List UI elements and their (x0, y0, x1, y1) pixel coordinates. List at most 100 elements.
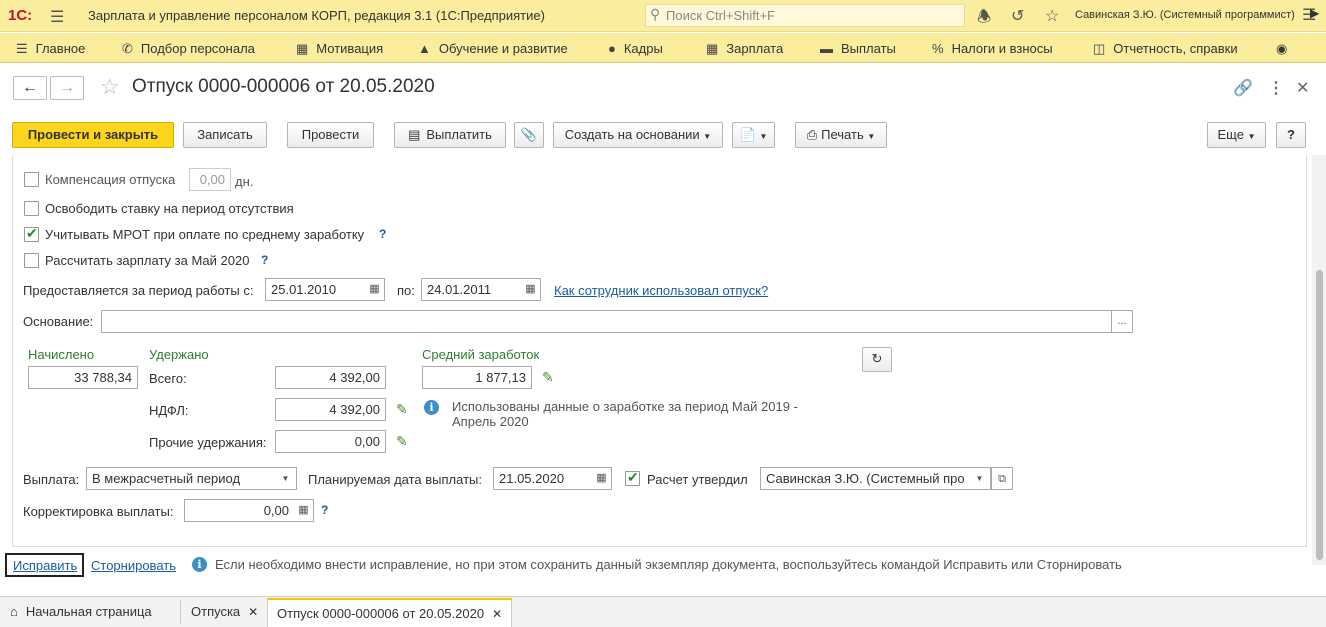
more-button[interactable]: Еще ▼ (1207, 122, 1266, 148)
forward-button[interactable]: → (50, 76, 84, 100)
post-and-close-button[interactable]: Провести и закрыть (12, 122, 174, 148)
basis-label: Основание: (23, 314, 94, 329)
section-reports[interactable]: ◫ Отчетность, справки (1093, 41, 1238, 57)
other-withholdings-input[interactable]: 0,00 (275, 430, 386, 453)
gift-icon: ▦ (296, 41, 309, 56)
main-menu-icon[interactable]: ☰ (50, 7, 64, 27)
section-hr[interactable]: ● Кадры (608, 41, 663, 56)
link-icon[interactable]: 🔗 (1233, 78, 1253, 98)
calendar-icon[interactable]: ▦ (521, 278, 541, 301)
document-icon: 📄 (739, 127, 756, 142)
scrollbar-thumb[interactable] (1316, 270, 1323, 560)
refresh-icon: ↻ (871, 351, 883, 366)
search-icon: ⚲ (650, 6, 661, 22)
printer-icon: ⎙ (806, 127, 818, 142)
section-taxes[interactable]: % Налоги и взносы (932, 41, 1053, 56)
create-based-on-button[interactable]: Создать на основании ▼ (553, 122, 723, 148)
back-button[interactable]: ← (13, 76, 47, 100)
search-input[interactable]: ⚲ Поиск Ctrl+Shift+F (645, 4, 965, 27)
how-used-vacation-link[interactable]: Как сотрудник использовал отпуск? (554, 283, 768, 298)
tab-home[interactable]: ⌂ Начальная страница (0, 598, 180, 627)
period-from-input[interactable]: 25.01.2010 (265, 278, 366, 301)
section-motivation[interactable]: ▦ Мотивация (296, 41, 383, 57)
scroll-right-arrow-icon[interactable]: ▶ (1310, 6, 1319, 20)
info-icon: i (424, 400, 439, 415)
planned-date-label: Планируемая дата выплаты: (308, 472, 482, 487)
fix-link[interactable]: Исправить (13, 558, 77, 573)
edit-pencil-icon[interactable]: ✎ (396, 433, 408, 450)
calculator-icon[interactable]: ▦ (294, 499, 314, 522)
basis-input[interactable] (101, 310, 1112, 333)
post-button[interactable]: Провести (287, 122, 374, 148)
ndfl-input[interactable]: 4 392,00 (275, 398, 386, 421)
help-button[interactable]: ? (1276, 122, 1306, 148)
section-training[interactable]: ▲ Обучение и развитие (418, 41, 568, 56)
calendar-icon[interactable]: ▦ (365, 278, 385, 301)
mrot-help-icon[interactable]: ? (379, 227, 386, 241)
ndfl-label: НДФЛ: (149, 403, 189, 418)
mrot-checkbox[interactable] (24, 225, 39, 242)
payout-select[interactable]: В межрасчетный период (86, 467, 276, 490)
approved-by-input[interactable]: Савинская З.Ю. (Системный про (760, 467, 970, 490)
free-rate-label: Освободить ставку на период отсутствия (45, 201, 294, 216)
dropdown-arrow-icon: ▼ (759, 132, 768, 141)
avg-earnings-input[interactable]: 1 877,13 (422, 366, 532, 389)
close-tab-icon[interactable]: ✕ (248, 605, 258, 619)
current-user[interactable]: Савинская З.Ю. (Системный программист) (1075, 9, 1295, 21)
correction-help-icon[interactable]: ? (321, 503, 328, 517)
open-icon[interactable]: ⧉ (991, 467, 1013, 490)
more-options-icon[interactable]: ⋮ (1268, 78, 1284, 98)
storno-link[interactable]: Сторнировать (91, 558, 176, 573)
hint-text: Если необходимо внести исправление, но п… (215, 557, 1122, 572)
print-button[interactable]: ⎙ Печать ▼ (795, 122, 887, 148)
app-logo: 1С: (8, 7, 33, 24)
hamburger-icon: ☰ (16, 41, 28, 56)
approved-label: Расчет утвердил (647, 472, 748, 487)
section-main[interactable]: ☰ Главное (16, 41, 85, 57)
favorite-star-icon[interactable]: ☆ (100, 74, 120, 100)
dropdown-arrow-icon: ▼ (867, 132, 876, 141)
section-recruiting[interactable]: ✆ Подбор персонала (122, 41, 255, 57)
attach-button[interactable]: 📎 (514, 122, 544, 148)
people-icon: ● (608, 41, 616, 56)
related-docs-button[interactable]: 📄 ▼ (732, 122, 775, 148)
phone-icon: ✆ (122, 41, 133, 56)
edit-pencil-icon[interactable]: ✎ (542, 369, 554, 386)
history-icon[interactable]: ↺ (1011, 6, 1024, 26)
approved-checkbox[interactable] (625, 469, 640, 486)
calc-salary-label: Рассчитать зарплату за Май 2020 (45, 253, 250, 268)
pay-icon: ▤ (408, 127, 421, 142)
dropdown-arrow-icon: ▼ (1247, 132, 1256, 141)
calendar-icon[interactable]: ▦ (592, 467, 612, 490)
correction-input[interactable]: 0,00 (184, 499, 295, 522)
save-button[interactable]: Записать (183, 122, 267, 148)
period-to-input[interactable]: 24.01.2011 (421, 278, 522, 301)
basis-select-button[interactable]: ... (1111, 310, 1133, 333)
dropdown-arrow-icon[interactable]: ▼ (969, 467, 991, 490)
calc-salary-checkbox[interactable] (24, 253, 39, 268)
close-tab-icon[interactable]: ✕ (492, 607, 502, 621)
more-sections-icon[interactable]: ◉ (1276, 41, 1287, 57)
bell-icon[interactable]: 🕭 (977, 6, 991, 33)
section-salary[interactable]: ▦ Зарплата (706, 41, 783, 57)
free-rate-checkbox[interactable] (24, 201, 39, 216)
compensation-days-input[interactable]: 0,00 (189, 168, 231, 191)
calc-salary-help-icon[interactable]: ? (261, 253, 268, 267)
accrued-input[interactable]: 33 788,34 (28, 366, 138, 389)
section-payments[interactable]: ▬ Выплаты (820, 41, 896, 56)
tab-document[interactable]: Отпуск 0000-000006 от 20.05.2020 ✕ (267, 598, 512, 627)
pay-button[interactable]: ▤ Выплатить (394, 122, 506, 148)
tab-vacations[interactable]: Отпуска ✕ (181, 598, 267, 627)
recalculate-button[interactable]: ↻ (862, 347, 892, 372)
period-to-label: по: (397, 283, 415, 298)
total-input[interactable]: 4 392,00 (275, 366, 386, 389)
period-label: Предоставляется за период работы с: (23, 283, 254, 298)
favorites-star-icon[interactable]: ☆ (1045, 6, 1059, 26)
planned-date-input[interactable]: 21.05.2020 (493, 467, 593, 490)
dropdown-arrow-icon[interactable]: ▼ (275, 467, 297, 490)
close-icon[interactable]: ✕ (1296, 78, 1309, 98)
edit-pencil-icon[interactable]: ✎ (396, 401, 408, 418)
info-icon: i (192, 557, 207, 572)
avg-earnings-info-text: Использованы данные о заработке за перио… (452, 399, 798, 429)
compensation-checkbox[interactable] (24, 172, 39, 187)
